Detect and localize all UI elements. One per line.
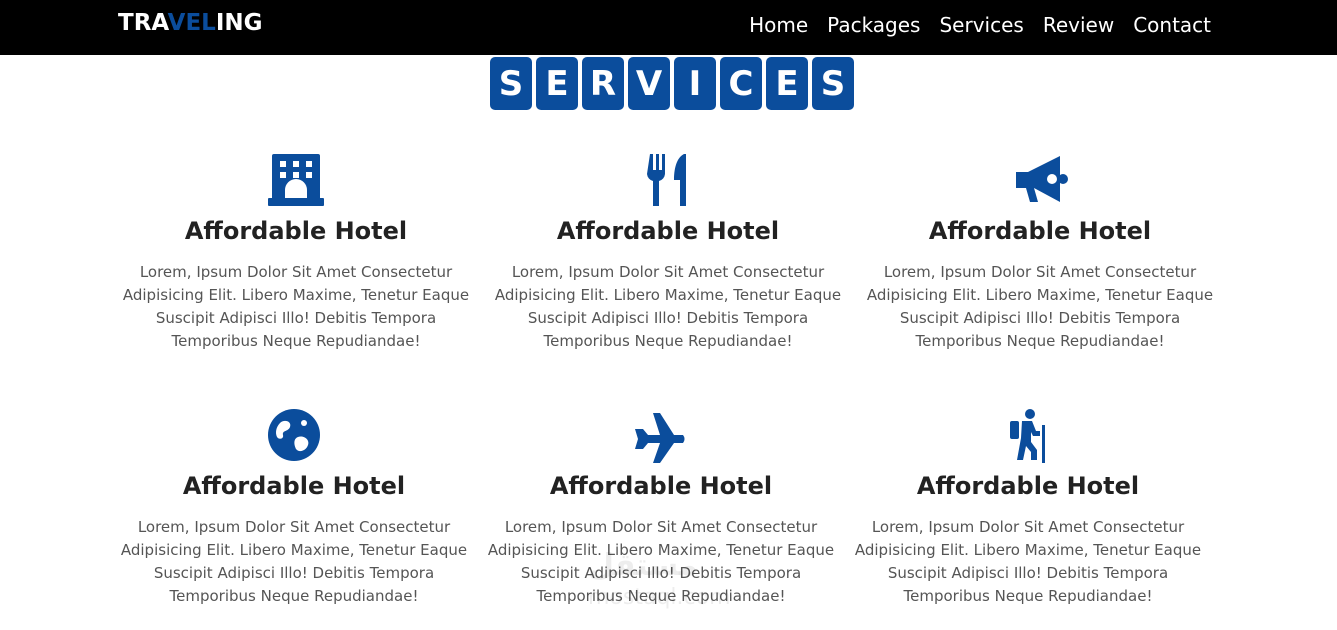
service-card: Affordable Hotel Lorem, Ipsum Dolor Sit … bbox=[119, 407, 469, 608]
nav-link-contact[interactable]: Contact bbox=[1133, 13, 1211, 37]
service-title: Affordable Hotel bbox=[928, 217, 1152, 245]
service-title: Affordable Hotel bbox=[549, 472, 773, 500]
heading-letter: R bbox=[582, 57, 624, 110]
globe-icon bbox=[119, 407, 469, 463]
logo-part-2: VEL bbox=[167, 10, 216, 36]
service-card: Affordable Hotel Lorem, Ipsum Dolor Sit … bbox=[865, 152, 1215, 353]
utensils-icon bbox=[493, 152, 843, 208]
service-description: Lorem, Ipsum Dolor Sit Amet Consectetur … bbox=[866, 263, 1214, 350]
heading-letter: I bbox=[674, 57, 716, 110]
heading-letter: V bbox=[628, 57, 670, 110]
nav-link-home[interactable]: Home bbox=[749, 13, 808, 37]
nav-link-packages[interactable]: Packages bbox=[827, 13, 920, 37]
logo-part-1: TRA bbox=[118, 10, 168, 36]
watermark-logo: مستقل bbox=[588, 548, 698, 583]
nav-links: Home Packages Services Review Contact bbox=[749, 13, 1211, 37]
service-description: Lorem, Ipsum Dolor Sit Amet Consectetur … bbox=[494, 263, 842, 350]
hiking-icon bbox=[853, 407, 1203, 463]
logo-part-3: ING bbox=[215, 10, 263, 36]
heading-letter: E bbox=[536, 57, 578, 110]
watermark-text: mostaql.com bbox=[588, 585, 731, 610]
plane-icon bbox=[486, 407, 836, 463]
service-card: Affordable Hotel Lorem, Ipsum Dolor Sit … bbox=[121, 152, 471, 353]
service-description: Lorem, Ipsum Dolor Sit Amet Consectetur … bbox=[120, 518, 468, 605]
service-title: Affordable Hotel bbox=[916, 472, 1140, 500]
hotel-icon bbox=[121, 152, 471, 208]
section-heading: S E R V I C E S bbox=[490, 57, 854, 110]
megaphone-icon bbox=[865, 152, 1215, 208]
service-description: Lorem, Ipsum Dolor Sit Amet Consectetur … bbox=[854, 518, 1202, 605]
heading-letter: S bbox=[812, 57, 854, 110]
navbar: TRAVELING Home Packages Services Review … bbox=[0, 0, 1337, 55]
service-title: Affordable Hotel bbox=[556, 217, 780, 245]
service-description: Lorem, Ipsum Dolor Sit Amet Consectetur … bbox=[122, 263, 470, 350]
heading-letter: C bbox=[720, 57, 762, 110]
nav-link-services[interactable]: Services bbox=[939, 13, 1023, 37]
heading-letter: S bbox=[490, 57, 532, 110]
nav-link-review[interactable]: Review bbox=[1043, 13, 1114, 37]
service-card: Affordable Hotel Lorem, Ipsum Dolor Sit … bbox=[493, 152, 843, 353]
heading-letter: E bbox=[766, 57, 808, 110]
site-logo[interactable]: TRAVELING bbox=[118, 10, 263, 36]
service-card: Affordable Hotel Lorem, Ipsum Dolor Sit … bbox=[853, 407, 1203, 608]
service-title: Affordable Hotel bbox=[184, 217, 408, 245]
service-title: Affordable Hotel bbox=[182, 472, 406, 500]
